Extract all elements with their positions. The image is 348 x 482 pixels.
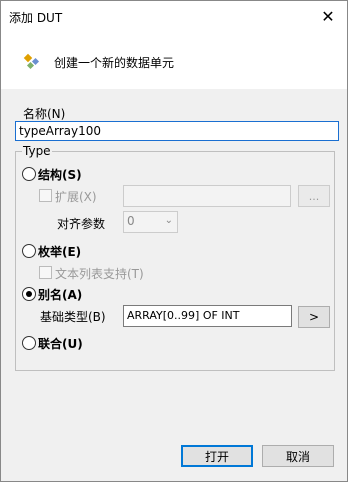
add-dut-dialog: 添加 DUT ✕ 创建一个新的数据单元 名称(N) typeArray100 T…	[0, 0, 348, 482]
union-radio[interactable]	[22, 336, 36, 350]
dialog-content: 名称(N) typeArray100 Type 结构(S) 扩展(X) ... …	[1, 89, 347, 431]
dialog-header: 创建一个新的数据单元	[1, 33, 347, 89]
extends-field[interactable]	[123, 185, 291, 207]
alias-radio[interactable]	[22, 287, 36, 301]
base-type-input[interactable]: ARRAY[0..99] OF INT	[123, 305, 292, 327]
enum-radio[interactable]	[22, 244, 36, 258]
enum-label[interactable]: 枚举(E)	[38, 243, 81, 260]
browse-button[interactable]: ...	[298, 185, 330, 207]
struct-radio[interactable]	[22, 167, 36, 181]
extends-label: 扩展(X)	[55, 190, 97, 204]
header-text: 创建一个新的数据单元	[54, 56, 175, 70]
chevron-down-icon: ⌄	[164, 215, 173, 226]
alias-label[interactable]: 别名(A)	[38, 286, 82, 303]
textlist-checkbox[interactable]	[39, 266, 52, 279]
name-label: 名称(N)	[23, 107, 66, 121]
type-group-label: Type	[22, 144, 52, 158]
align-label: 对齐参数	[57, 217, 106, 231]
name-input[interactable]: typeArray100	[15, 121, 339, 141]
title-bar: 添加 DUT ✕	[1, 1, 347, 33]
cancel-button[interactable]: 取消	[262, 445, 334, 467]
extends-checkbox[interactable]	[39, 189, 52, 202]
union-label[interactable]: 联合(U)	[38, 335, 83, 352]
close-icon[interactable]: ✕	[317, 5, 339, 27]
textlist-label: 文本列表支持(T)	[55, 267, 144, 281]
struct-label[interactable]: 结构(S)	[38, 166, 82, 183]
dialog-footer: 打开 取消	[1, 431, 347, 481]
open-button[interactable]: 打开	[181, 445, 253, 467]
window-title: 添加 DUT	[9, 11, 63, 25]
base-type-picker-button[interactable]: >	[298, 306, 330, 328]
dut-icon	[23, 53, 40, 70]
base-type-label: 基础类型(B)	[40, 310, 106, 324]
align-value: 0	[127, 214, 135, 228]
align-select[interactable]: 0 ⌄	[123, 211, 178, 233]
